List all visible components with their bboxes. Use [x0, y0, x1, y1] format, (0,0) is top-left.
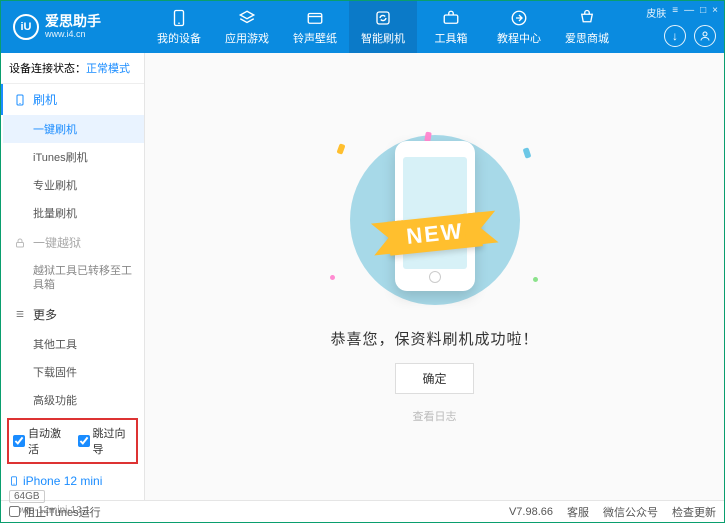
sidebar-header-more[interactable]: 更多 — [3, 299, 144, 330]
sidebar-header-flash[interactable]: 刷机 — [1, 84, 144, 115]
nav-label: 智能刷机 — [361, 30, 405, 46]
nav-cart[interactable]: 爱思商城 — [553, 1, 621, 53]
success-message: 恭喜您，保资料刷机成功啦！ — [330, 328, 538, 349]
nav-wallet[interactable]: 铃声壁纸 — [281, 1, 349, 53]
device-name-label: iPhone 12 mini — [23, 474, 102, 488]
book-icon — [510, 9, 528, 27]
customer-service-link[interactable]: 客服 — [567, 504, 589, 520]
cart-icon — [578, 9, 596, 27]
block-itunes-checkbox[interactable]: 阻止iTunes运行 — [9, 504, 101, 520]
block-itunes-input[interactable] — [9, 506, 20, 517]
nav-label: 爱思商城 — [565, 30, 609, 46]
maximize-icon[interactable]: □ — [700, 5, 706, 20]
apps-icon — [238, 9, 256, 27]
download-button[interactable]: ↓ — [664, 25, 686, 47]
wallet-icon — [306, 9, 324, 27]
skin-button[interactable]: 皮肤 — [646, 5, 666, 20]
phone-icon — [13, 93, 27, 107]
sidebar-item-flash-3[interactable]: 批量刷机 — [3, 199, 144, 227]
connection-mode: 正常模式 — [86, 63, 130, 75]
connection-status: 设备连接状态：正常模式 — [1, 53, 144, 84]
sidebar-header-flash-label: 刷机 — [33, 91, 57, 108]
title-bar: iU 爱思助手 www.i4.cn 我的设备 应用游戏 铃声壁纸 智能刷机 工具箱 教程中… — [1, 1, 724, 53]
close-icon[interactable]: × — [712, 5, 718, 20]
nav-phone[interactable]: 我的设备 — [145, 1, 213, 53]
window-controls: 皮肤 ≡ — □ × — [646, 5, 718, 20]
connection-status-label: 设备连接状态： — [9, 63, 86, 75]
block-itunes-label: 阻止iTunes运行 — [24, 504, 101, 520]
top-nav: 我的设备 应用游戏 铃声壁纸 智能刷机 工具箱 教程中心 爱思商城 — [145, 1, 621, 53]
sidebar-item-flash-1[interactable]: iTunes刷机 — [3, 143, 144, 171]
jailbreak-note: 越狱工具已转移至工具箱 — [3, 258, 144, 299]
sidebar-item-flash-2[interactable]: 专业刷机 — [3, 171, 144, 199]
device-phone-icon — [9, 474, 19, 488]
wechat-link[interactable]: 微信公众号 — [603, 504, 658, 520]
skip-guide-checkbox[interactable]: 跳过向导 — [78, 425, 133, 457]
user-button[interactable] — [694, 25, 716, 47]
auto-activate-label: 自动激活 — [28, 425, 68, 457]
device-storage-badge: 64GB — [9, 490, 45, 503]
user-icon — [699, 30, 711, 42]
sidebar-item-more-0[interactable]: 其他工具 — [3, 330, 144, 358]
view-log-link[interactable]: 查看日志 — [413, 408, 457, 424]
brand-title: 爱思助手 — [45, 14, 101, 29]
nav-label: 工具箱 — [435, 30, 468, 46]
list-icon — [13, 309, 27, 319]
brand: iU 爱思助手 www.i4.cn — [1, 14, 145, 40]
minimize-icon[interactable]: — — [684, 5, 694, 20]
sidebar-header-jailbreak-label: 一键越狱 — [33, 234, 81, 251]
brand-url: www.i4.cn — [45, 30, 101, 40]
auto-activate-checkbox[interactable]: 自动激活 — [13, 425, 68, 457]
lock-icon — [13, 237, 27, 249]
ok-button[interactable]: 确定 — [395, 363, 473, 394]
refresh-icon — [374, 9, 392, 27]
nav-label: 教程中心 — [497, 30, 541, 46]
auto-activate-input[interactable] — [13, 435, 25, 447]
menu-icon[interactable]: ≡ — [672, 5, 678, 20]
version-label: V7.98.66 — [509, 506, 553, 518]
nav-label: 应用游戏 — [225, 30, 269, 46]
nav-label: 我的设备 — [157, 30, 201, 46]
nav-book[interactable]: 教程中心 — [485, 1, 553, 53]
toolbox-icon — [442, 9, 460, 27]
sidebar-item-flash-0[interactable]: 一键刷机 — [3, 115, 144, 143]
sidebar-header-more-label: 更多 — [33, 306, 57, 323]
option-checks-highlight: 自动激活 跳过向导 — [7, 418, 138, 464]
main-content: NEW 恭喜您，保资料刷机成功啦！ 确定 查看日志 — [145, 53, 724, 500]
sidebar-item-more-2[interactable]: 高级功能 — [3, 386, 144, 414]
check-update-link[interactable]: 检查更新 — [672, 504, 716, 520]
sidebar-item-more-1[interactable]: 下载固件 — [3, 358, 144, 386]
nav-refresh[interactable]: 智能刷机 — [349, 1, 417, 53]
sidebar: 设备连接状态：正常模式 刷机 一键刷机iTunes刷机专业刷机批量刷机 一键越狱… — [1, 53, 145, 500]
nav-toolbox[interactable]: 工具箱 — [417, 1, 485, 53]
nav-apps[interactable]: 应用游戏 — [213, 1, 281, 53]
sidebar-header-jailbreak[interactable]: 一键越狱 — [3, 227, 144, 258]
skip-guide-input[interactable] — [78, 435, 90, 447]
success-illustration: NEW — [320, 130, 550, 310]
brand-logo-icon: iU — [13, 14, 39, 40]
phone-icon — [170, 9, 188, 27]
nav-label: 铃声壁纸 — [293, 30, 337, 46]
skip-guide-label: 跳过向导 — [93, 425, 133, 457]
